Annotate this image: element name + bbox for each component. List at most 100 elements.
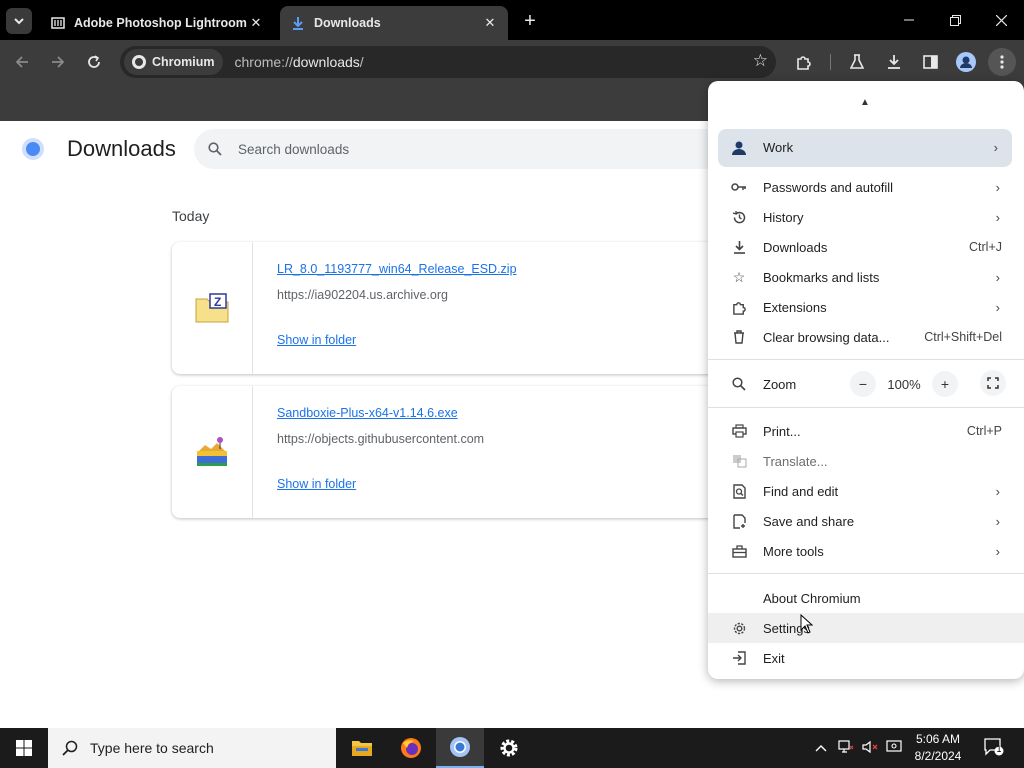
network-icon[interactable] <box>838 740 854 757</box>
menu-item-more-tools[interactable]: More tools › <box>708 536 1024 566</box>
menu-item-label: Translate... <box>763 453 828 469</box>
profile-button[interactable] <box>952 48 980 76</box>
new-tab-button[interactable]: + <box>518 9 542 33</box>
downloads-button[interactable] <box>880 48 908 76</box>
printer-icon <box>730 422 748 440</box>
menu-item-settings[interactable]: Settings <box>708 613 1024 643</box>
find-icon <box>730 482 748 500</box>
notification-center-icon[interactable]: 1 <box>984 738 1004 759</box>
profile-menu-item[interactable]: Work › <box>718 129 1012 167</box>
chromium-logo-icon <box>22 138 44 160</box>
show-hidden-icons-chevron-icon[interactable] <box>815 740 827 755</box>
url-path: / <box>359 54 364 70</box>
menu-item-extensions[interactable]: Extensions › <box>708 292 1024 322</box>
taskbar-search-placeholder: Type here to search <box>90 740 214 756</box>
menu-item-label: Downloads <box>763 239 828 255</box>
show-in-folder-link[interactable]: Show in folder <box>277 477 356 491</box>
download-source-url: https://objects.githubusercontent.com <box>277 432 485 446</box>
menu-item-label: Clear browsing data... <box>763 329 890 345</box>
url-text: chrome://downloads/ <box>235 54 364 70</box>
volume-muted-icon[interactable] <box>862 740 880 757</box>
menu-item-label: Extensions <box>763 299 827 315</box>
taskbar-search-box[interactable]: Type here to search <box>48 728 336 768</box>
zoom-controls: − 100% + <box>850 370 958 398</box>
menu-item-passwords[interactable]: Passwords and autofill › <box>708 172 1024 202</box>
site-info-chip[interactable]: Chromium <box>124 49 223 75</box>
system-clock[interactable]: 5:06 AM 8/2/2024 <box>905 731 971 765</box>
menu-item-exit[interactable]: Exit <box>708 643 1024 673</box>
menu-separator <box>708 573 1024 574</box>
menu-item-translate[interactable]: Translate... <box>708 446 1024 476</box>
taskbar-firefox[interactable] <box>387 728 435 768</box>
minimize-button[interactable] <box>886 0 932 40</box>
menu-item-save-share[interactable]: Save and share › <box>708 506 1024 536</box>
svg-text:Z: Z <box>214 295 221 309</box>
forward-button[interactable] <box>44 48 72 76</box>
download-icon <box>888 55 900 69</box>
menu-item-print[interactable]: Print... Ctrl+P <box>708 416 1024 446</box>
menu-button[interactable] <box>988 48 1016 76</box>
tab-downloads[interactable]: Downloads ✕ <box>280 6 508 40</box>
download-item: Z LR_8.0_1193777_win64_Release_ESD.zip h… <box>172 242 732 374</box>
chevron-right-icon: › <box>995 543 1000 559</box>
key-icon <box>730 178 748 196</box>
start-button[interactable] <box>0 728 48 768</box>
download-file-link[interactable]: LR_8.0_1193777_win64_Release_ESD.zip <box>277 262 517 276</box>
zoom-in-button[interactable]: + <box>932 371 958 397</box>
puzzle-icon <box>797 56 811 70</box>
chromium-icon <box>450 737 470 757</box>
menu-item-label: Passwords and autofill <box>763 179 894 195</box>
close-window-button[interactable] <box>978 0 1024 40</box>
toolbar-divider <box>830 54 831 70</box>
taskbar-chromium[interactable] <box>436 728 484 768</box>
menu-item-downloads[interactable]: Downloads Ctrl+J <box>708 232 1024 262</box>
labs-button[interactable] <box>843 48 871 76</box>
reload-button[interactable] <box>80 48 108 76</box>
menu-separator <box>708 407 1024 408</box>
windows-taskbar: Type here to search 5:06 AM 8/2/2024 1 <box>0 728 1024 768</box>
fullscreen-button[interactable] <box>980 370 1006 396</box>
address-bar[interactable]: Chromium chrome://downloads/ ☆ <box>120 46 776 78</box>
close-tab-icon[interactable]: ✕ <box>248 15 264 31</box>
restore-button[interactable] <box>932 0 978 40</box>
back-button[interactable] <box>8 48 36 76</box>
menu-item-about[interactable]: About Chromium <box>708 583 1024 613</box>
search-downloads-field[interactable]: Search downloads <box>194 129 754 169</box>
browser-toolbar: Chromium chrome://downloads/ ☆ <box>0 40 1024 84</box>
avatar-icon <box>956 52 976 72</box>
chevron-right-icon: › <box>995 209 1000 225</box>
side-panel-button[interactable] <box>916 48 944 76</box>
tab-lightroom[interactable]: Adobe Photoshop Lightroom C ✕ <box>40 6 274 40</box>
download-source-url: https://ia902204.us.archive.org <box>277 288 448 302</box>
taskbar-settings[interactable] <box>485 728 533 768</box>
download-icon <box>730 238 748 256</box>
download-item: Sandboxie-Plus-x64-v1.14.6.exe https://o… <box>172 386 732 518</box>
menu-item-shortcut: Ctrl+J <box>969 240 1002 254</box>
menu-pointer-icon: ▲ <box>860 97 870 108</box>
menu-item-clear-data[interactable]: Clear browsing data... Ctrl+Shift+Del <box>708 322 1024 352</box>
extensions-button[interactable] <box>790 48 818 76</box>
zoom-out-button[interactable]: − <box>850 371 876 397</box>
menu-item-find-edit[interactable]: Find and edit › <box>708 476 1024 506</box>
star-icon: ☆ <box>732 268 746 285</box>
close-tab-icon[interactable]: ✕ <box>482 15 498 31</box>
taskbar-file-explorer[interactable] <box>338 728 386 768</box>
tab-title: Adobe Photoshop Lightroom C <box>74 16 248 30</box>
clock-time: 5:06 AM <box>915 732 961 746</box>
exit-icon <box>730 649 748 667</box>
chrome-app-menu: ▲ Work › Passwords and autofill › Histor… <box>708 81 1024 679</box>
display-icon[interactable] <box>886 740 902 757</box>
gear-icon <box>500 739 518 757</box>
url-host: downloads <box>292 54 360 70</box>
bookmark-star-icon[interactable]: ☆ <box>753 51 768 71</box>
minimize-icon <box>904 19 914 21</box>
menu-item-label: Bookmarks and lists <box>763 269 880 285</box>
show-in-folder-link[interactable]: Show in folder <box>277 333 356 347</box>
reload-icon <box>88 55 100 68</box>
trash-icon <box>730 328 748 346</box>
notification-count: 1 <box>996 744 1002 754</box>
download-file-link[interactable]: Sandboxie-Plus-x64-v1.14.6.exe <box>277 406 458 420</box>
menu-item-bookmarks[interactable]: ☆ Bookmarks and lists › <box>708 262 1024 292</box>
menu-item-history[interactable]: History › <box>708 202 1024 232</box>
tab-search-button[interactable] <box>6 8 32 34</box>
